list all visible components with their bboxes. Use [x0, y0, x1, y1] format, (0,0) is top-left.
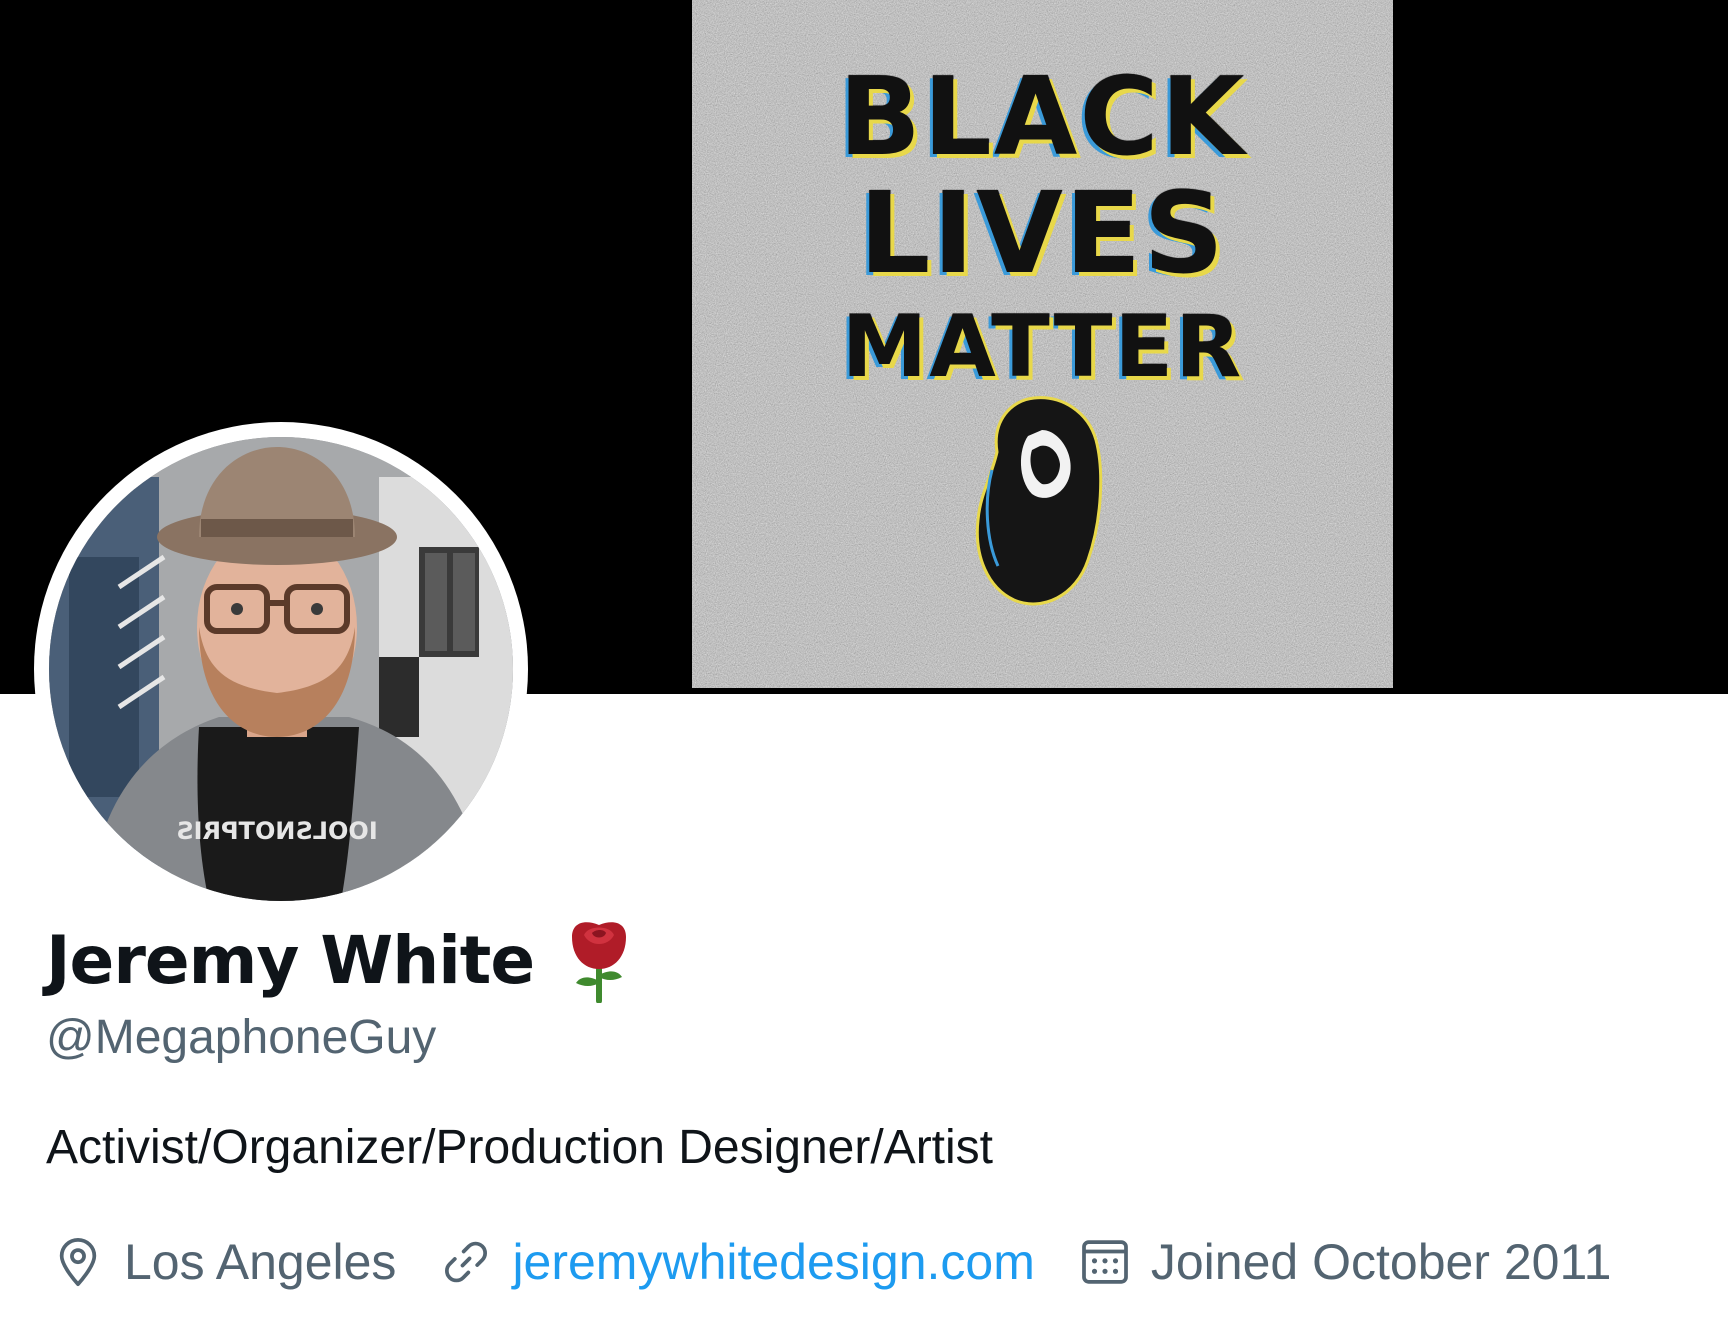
profile-name-row: Jeremy White — [46, 921, 634, 1004]
calendar-icon — [1077, 1234, 1133, 1290]
profile-bio: Activist/Organizer/Production Designer/A… — [46, 1121, 994, 1174]
profile-handle: @MegaphoneGuy — [46, 1011, 437, 1064]
poster-text-line: LIVES — [859, 169, 1226, 299]
profile-header: BLACK LIVES MATTER IOOLSNOTPRIS Jeremy W… — [0, 0, 1728, 1344]
banner-poster-image: BLACK LIVES MATTER — [692, 0, 1393, 688]
display-name: Jeremy White — [46, 921, 535, 999]
profile-meta-row: Los Angeles jeremywhitedesign.com Joined… — [50, 1226, 1611, 1298]
location-text: Los Angeles — [124, 1234, 397, 1290]
link-icon — [438, 1234, 494, 1290]
avatar-photo: IOOLSNOTPRIS — [49, 437, 513, 901]
rose-icon — [564, 917, 634, 1004]
location-pin-icon — [50, 1234, 106, 1290]
poster-text-line: BLACK — [838, 55, 1247, 180]
avatar-shirt-text: IOOLSNOTPRIS — [176, 817, 377, 845]
profile-location: Los Angeles — [50, 1233, 396, 1291]
joined-text: Joined October 2011 — [1150, 1234, 1612, 1290]
website-link[interactable]: jeremywhitedesign.com — [512, 1233, 1034, 1291]
profile-website[interactable]: jeremywhitedesign.com — [438, 1233, 1035, 1291]
profile-joined-date: Joined October 2011 — [1077, 1233, 1612, 1291]
poster-text-line: MATTER — [841, 297, 1244, 397]
profile-avatar[interactable]: IOOLSNOTPRIS — [34, 422, 528, 916]
